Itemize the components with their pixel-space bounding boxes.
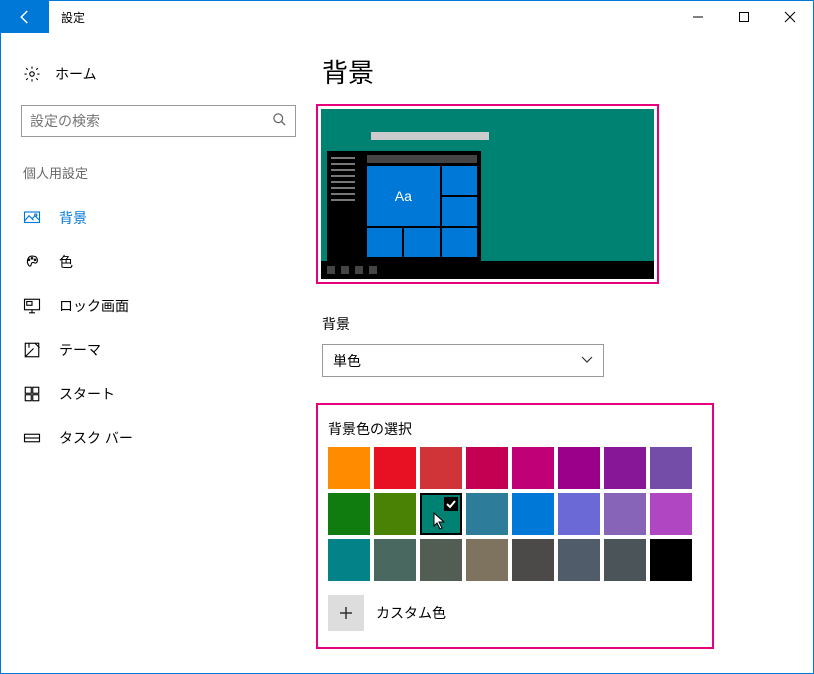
color-swatch[interactable] [466, 493, 508, 535]
search-field[interactable] [30, 113, 272, 129]
color-swatch[interactable] [558, 539, 600, 581]
color-swatch[interactable] [374, 539, 416, 581]
preview-start-menu: Aa [327, 151, 481, 261]
sidebar-item-3[interactable]: テーマ [1, 328, 316, 372]
colorpicker-label: 背景色の選択 [328, 419, 702, 439]
color-swatch[interactable] [512, 539, 554, 581]
color-swatch[interactable] [374, 447, 416, 489]
nav-label: テーマ [59, 340, 101, 360]
page-title: 背景 [322, 53, 773, 90]
window-title: 設定 [49, 1, 85, 33]
color-swatch[interactable] [650, 539, 692, 581]
color-swatch[interactable] [604, 493, 646, 535]
color-swatch[interactable] [420, 447, 462, 489]
background-type-dropdown[interactable]: 単色 [322, 344, 604, 377]
nav-label: スタート [59, 384, 115, 404]
preview-window [371, 132, 489, 140]
color-swatch[interactable] [374, 493, 416, 535]
home-label: ホーム [55, 64, 97, 84]
sidebar-item-4[interactable]: スタート [1, 372, 316, 416]
color-swatch[interactable] [650, 447, 692, 489]
sidebar: ホーム 個人用設定 背景色ロック画面テーマスタートタスク バー [1, 33, 316, 673]
desktop-preview: Aa [316, 104, 659, 284]
color-swatch[interactable] [604, 447, 646, 489]
chevron-down-icon [581, 355, 593, 367]
nav-icon [23, 429, 41, 447]
color-swatch[interactable] [328, 493, 370, 535]
nav-icon [23, 297, 41, 315]
color-swatch[interactable] [512, 493, 554, 535]
content: 背景 Aa [316, 33, 813, 673]
color-swatch[interactable] [558, 447, 600, 489]
color-picker-section: 背景色の選択 カスタム色 [316, 403, 714, 649]
nav-icon [23, 385, 41, 403]
nav-label: タスク バー [59, 428, 133, 448]
minimize-button[interactable] [675, 1, 721, 33]
sidebar-item-5[interactable]: タスク バー [1, 416, 316, 460]
nav-icon [23, 209, 41, 227]
gear-icon [23, 65, 41, 83]
nav-label: 色 [59, 252, 73, 272]
color-swatch[interactable] [466, 447, 508, 489]
home-link[interactable]: ホーム [1, 59, 316, 89]
color-swatch[interactable] [466, 539, 508, 581]
section-label: 個人用設定 [1, 163, 316, 182]
color-swatch[interactable] [650, 493, 692, 535]
custom-color-label: カスタム色 [376, 603, 446, 623]
search-icon [272, 112, 287, 130]
color-swatch[interactable] [558, 493, 600, 535]
color-swatch[interactable] [512, 447, 554, 489]
titlebar: 設定 [1, 1, 813, 33]
color-swatch[interactable] [328, 447, 370, 489]
nav-label: ロック画面 [59, 296, 129, 316]
sidebar-item-0[interactable]: 背景 [1, 196, 316, 240]
nav-icon [23, 253, 41, 271]
color-swatch[interactable] [420, 493, 462, 535]
sidebar-item-1[interactable]: 色 [1, 240, 316, 284]
color-swatch[interactable] [328, 539, 370, 581]
nav-icon [23, 341, 41, 359]
color-swatch[interactable] [420, 539, 462, 581]
back-button[interactable] [1, 1, 49, 33]
dropdown-label: 背景 [322, 314, 773, 334]
color-swatch[interactable] [604, 539, 646, 581]
nav-label: 背景 [59, 208, 87, 228]
dropdown-value: 単色 [333, 351, 361, 371]
maximize-button[interactable] [721, 1, 767, 33]
search-input[interactable] [21, 105, 296, 137]
close-button[interactable] [767, 1, 813, 33]
custom-color-button[interactable] [328, 595, 364, 631]
sidebar-item-2[interactable]: ロック画面 [1, 284, 316, 328]
preview-taskbar [321, 261, 654, 279]
